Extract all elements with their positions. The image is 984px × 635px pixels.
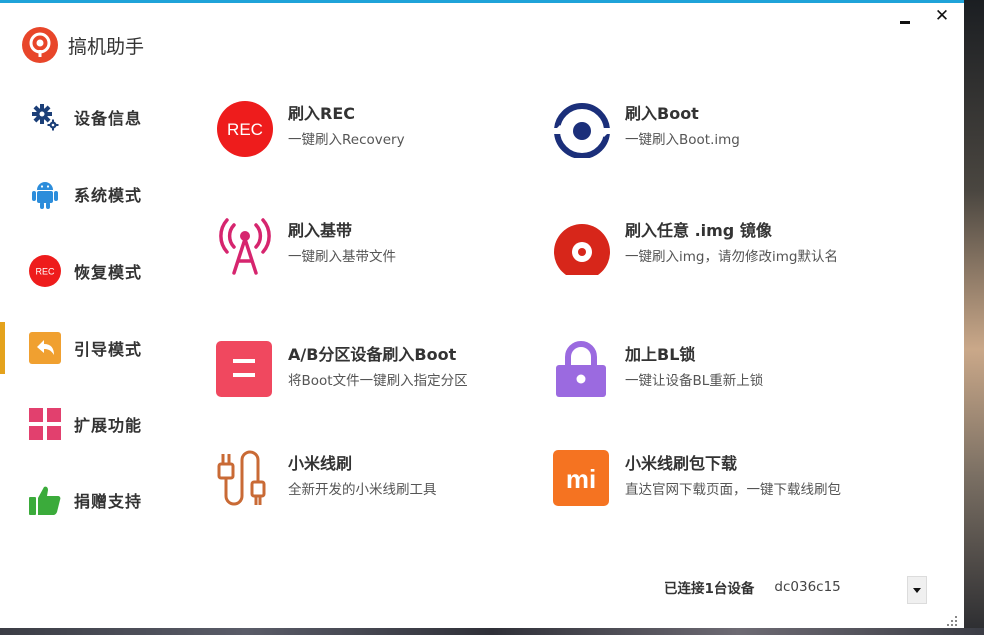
card-title: 刷入任意 .img 镜像	[625, 221, 772, 240]
reply-arrow-icon	[28, 331, 62, 365]
flash-any-img-card[interactable]: 刷入任意 .img 镜像 一键刷入img，请勿修改img默认名	[553, 215, 873, 283]
sidebar-item-device-info[interactable]: 设备信息	[0, 91, 170, 143]
card-description: 全新开发的小米线刷工具	[288, 482, 437, 498]
grid-icon	[28, 407, 62, 441]
xiaomi-rom-download-card[interactable]: mi 小米线刷包下载 直达官网下载页面，一键下载线刷包	[553, 448, 873, 516]
chevron-down-icon	[913, 587, 921, 593]
card-description: 将Boot文件一键刷入指定分区	[288, 373, 468, 389]
card-title: 刷入Boot	[625, 104, 699, 123]
usb-cable-icon	[216, 450, 274, 508]
sidebar-item-label: 引导模式	[74, 340, 143, 359]
rec-icon: REC	[216, 100, 274, 158]
desktop-background	[964, 0, 984, 635]
antenna-tower-icon	[216, 217, 274, 275]
close-button[interactable]: ✕	[934, 7, 950, 25]
sidebar-item-label: 设备信息	[74, 109, 143, 128]
rec-icon: REC	[28, 254, 62, 288]
card-title: 小米线刷包下载	[625, 454, 738, 473]
sidebar-item-label: 恢复模式	[74, 263, 143, 282]
flash-baseband-card[interactable]: 刷入基带 一键刷入基带文件	[216, 215, 536, 283]
card-description: 一键刷入Recovery	[288, 132, 405, 148]
card-title: 加上BL锁	[625, 345, 696, 364]
card-description: 一键刷入基带文件	[288, 249, 396, 265]
svg-text:REC: REC	[227, 120, 263, 139]
desktop-background-bottom	[0, 628, 984, 635]
minimize-button[interactable]	[898, 7, 914, 25]
app-header: 搞机助手	[22, 27, 144, 63]
card-title: A/B分区设备刷入Boot	[288, 345, 457, 364]
android-icon	[28, 177, 62, 211]
svg-text:mi: mi	[566, 464, 596, 494]
sidebar-item-system-mode[interactable]: 系统模式	[0, 168, 170, 220]
sidebar-item-recovery-mode[interactable]: REC 恢复模式	[0, 245, 170, 297]
sidebar-item-extensions[interactable]: 扩展功能	[0, 398, 170, 450]
card-description: 一键让设备BL重新上锁	[625, 373, 764, 389]
gears-icon	[28, 100, 62, 134]
device-select-dropdown[interactable]	[907, 576, 927, 604]
sidebar-item-donate[interactable]: 捐赠支持	[0, 474, 170, 526]
card-title: 刷入REC	[288, 104, 355, 123]
partition-icon	[216, 341, 274, 399]
card-title: 刷入基带	[288, 221, 353, 240]
mi-logo-icon: mi	[553, 450, 611, 508]
flash-boot-card[interactable]: 刷入Boot 一键刷入Boot.img	[553, 98, 873, 166]
device-id: dc036c15	[774, 579, 841, 595]
sidebar-item-label: 扩展功能	[74, 416, 143, 435]
card-title: 小米线刷	[288, 454, 353, 473]
thumbs-up-icon	[28, 483, 62, 517]
device-status: 已连接1台设备 dc036c15	[664, 577, 841, 597]
card-description: 一键刷入Boot.img	[625, 132, 740, 148]
xiaomi-line-flash-card[interactable]: 小米线刷 全新开发的小米线刷工具	[216, 448, 536, 516]
disc-icon	[553, 217, 611, 275]
svg-text:REC: REC	[35, 267, 55, 277]
card-description: 直达官网下载页面，一键下载线刷包	[625, 482, 841, 498]
app-window: ✕ 搞机助手 设备信息 系统模式 REC 恢复模式 引导模式 扩展功能 捐赠支持…	[0, 0, 964, 628]
flash-rec-card[interactable]: REC 刷入REC 一键刷入Recovery	[216, 98, 536, 166]
app-logo-icon	[22, 27, 58, 63]
sidebar-item-label: 系统模式	[74, 186, 143, 205]
sidebar-item-label: 捐赠支持	[74, 492, 143, 511]
resize-grip-icon[interactable]	[946, 612, 958, 626]
titlebar-buttons: ✕	[898, 7, 950, 25]
lock-icon	[553, 341, 611, 399]
card-description: 一键刷入img，请勿修改img默认名	[625, 249, 838, 265]
ab-partition-boot-card[interactable]: A/B分区设备刷入Boot 将Boot文件一键刷入指定分区	[216, 339, 536, 407]
boot-icon	[553, 100, 611, 158]
app-title: 搞机助手	[68, 35, 145, 58]
relock-bl-card[interactable]: 加上BL锁 一键让设备BL重新上锁	[553, 339, 873, 407]
connected-devices-label: 已连接1台设备	[664, 581, 755, 597]
sidebar-item-boot-mode[interactable]: 引导模式	[0, 322, 170, 374]
